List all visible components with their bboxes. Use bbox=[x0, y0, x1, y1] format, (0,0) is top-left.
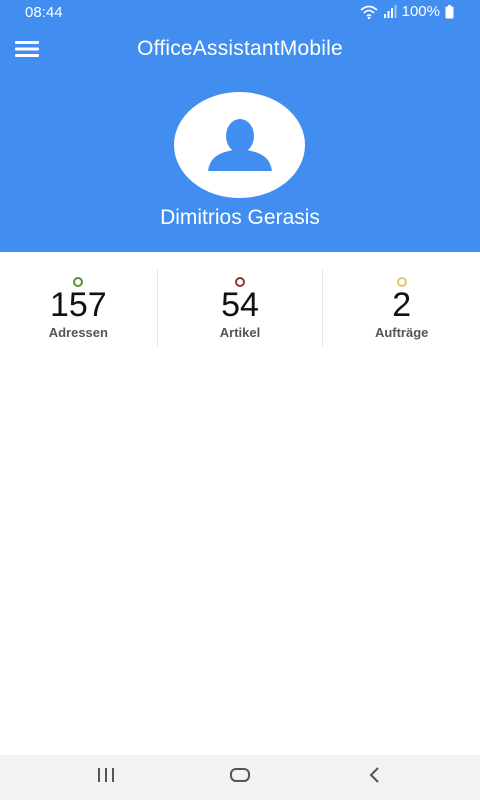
stat-value: 54 bbox=[221, 286, 259, 324]
status-bar: 08:44 100% bbox=[0, 0, 480, 24]
chevron-left-icon bbox=[368, 766, 382, 789]
status-icons: 100% bbox=[360, 3, 454, 20]
navigation-bar bbox=[0, 755, 480, 800]
status-time: 08:44 bbox=[25, 4, 63, 21]
recents-icon bbox=[96, 767, 116, 788]
wifi-icon bbox=[360, 5, 378, 19]
app-title: OfficeAssistantMobile bbox=[137, 37, 343, 60]
avatar[interactable] bbox=[174, 92, 305, 198]
stat-auftraege[interactable]: 2 Aufträge bbox=[323, 270, 480, 346]
battery-icon bbox=[445, 4, 454, 19]
stat-label: Aufträge bbox=[374, 325, 429, 340]
recents-button[interactable] bbox=[76, 755, 136, 800]
stat-value: 157 bbox=[49, 286, 107, 324]
user-name: Dimitrios Gerasis bbox=[160, 206, 320, 229]
screen: 08:44 100% OfficeAssistantMobile Dimitri… bbox=[0, 0, 480, 800]
stat-artikel[interactable]: 54 Artikel bbox=[158, 270, 324, 346]
stat-value: 2 bbox=[392, 286, 412, 324]
stat-label: Adressen bbox=[48, 325, 108, 340]
stat-adressen[interactable]: 157 Adressen bbox=[0, 270, 158, 346]
back-button[interactable] bbox=[345, 755, 405, 800]
home-icon bbox=[229, 767, 251, 788]
home-button[interactable] bbox=[210, 755, 270, 800]
signal-icon bbox=[383, 5, 397, 18]
battery-percentage: 100% bbox=[401, 3, 440, 20]
stat-label: Artikel bbox=[219, 325, 261, 340]
stats-row: 157 Adressen 54 Artikel 2 Aufträge bbox=[0, 270, 480, 346]
profile-header: 08:44 100% OfficeAssistantMobile Dimitri… bbox=[0, 0, 480, 252]
